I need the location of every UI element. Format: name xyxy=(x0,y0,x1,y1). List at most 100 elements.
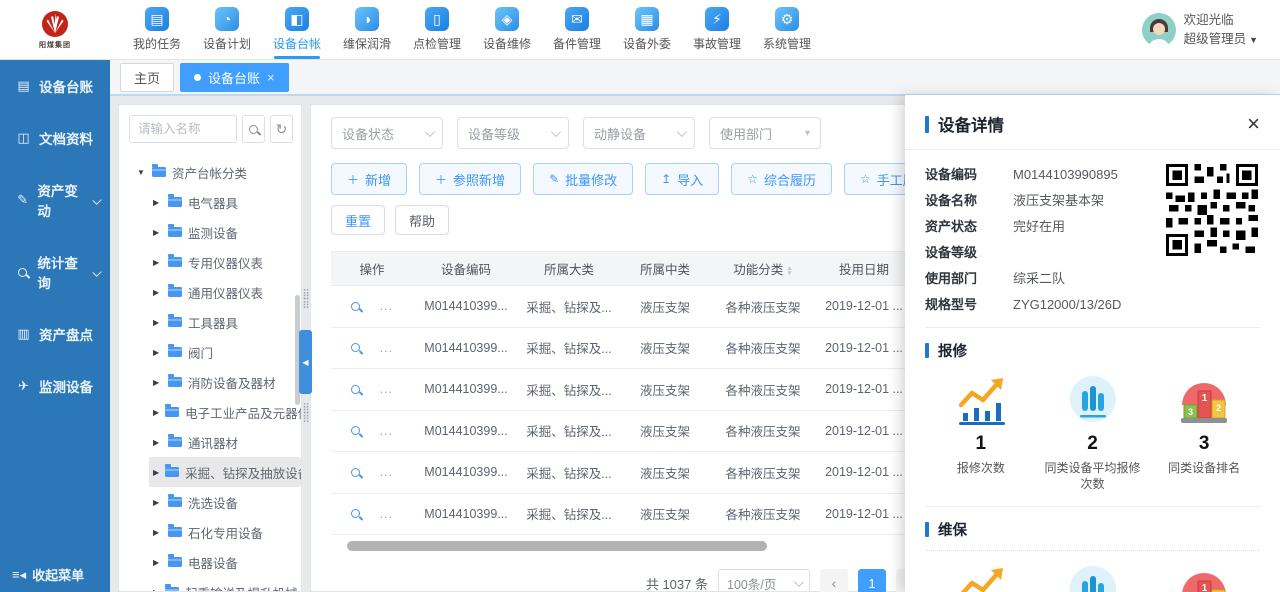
tree-refresh-button[interactable]: ↻ xyxy=(270,115,293,143)
table-row[interactable]: ... M014410399... 采掘、钻探及... 液压支架 各种液压支架 … xyxy=(331,369,951,411)
view-detail-icon[interactable] xyxy=(351,468,360,477)
star-icon: ☆ xyxy=(860,172,871,186)
add-button[interactable]: ＋新增 xyxy=(331,163,407,195)
caret-closed-icon[interactable]: ▶ xyxy=(153,438,162,447)
composite-history-button[interactable]: ☆综合履历 xyxy=(731,163,832,195)
view-detail-icon[interactable] xyxy=(351,302,360,311)
tree-node[interactable]: ▶消防设备及器材 xyxy=(149,367,301,397)
nav-equipment-ledger[interactable]: ◧ 设备台帐 xyxy=(262,0,332,59)
table-row[interactable]: ... M014410399... 采掘、钻探及... 液压支架 各种液压支架 … xyxy=(331,328,951,370)
nav-accident-mgmt[interactable]: ⚡ 事故管理 xyxy=(682,0,752,59)
page-size-select[interactable]: 100条/页 xyxy=(718,569,810,592)
more-actions-button[interactable]: ... xyxy=(380,382,393,396)
import-button[interactable]: ↥导入 xyxy=(645,163,719,195)
tree-node[interactable]: ▶监测设备 xyxy=(149,217,301,247)
caret-closed-icon[interactable]: ▶ xyxy=(153,348,162,357)
current-page-button[interactable]: 1 xyxy=(858,569,886,592)
nav-inspection-mgmt[interactable]: ▯ 点检管理 xyxy=(402,0,472,59)
upload-icon: ↥ xyxy=(661,172,671,186)
tree-node[interactable]: ▶通用仪器仪表 xyxy=(149,277,301,307)
chevron-down-icon xyxy=(92,267,101,276)
batch-edit-button[interactable]: ✎批量修改 xyxy=(533,163,633,195)
more-actions-button[interactable]: ... xyxy=(380,299,393,313)
table-horizontal-scrollbar[interactable] xyxy=(347,541,767,551)
stat-avg-repair: 2 同类设备平均报修次数 xyxy=(1037,375,1149,492)
tree-node-selected[interactable]: ▶采掘、钻探及抽放设备 xyxy=(149,457,301,487)
caret-closed-icon[interactable]: ▶ xyxy=(153,258,162,267)
nav-my-tasks[interactable]: ▤ 我的任务 xyxy=(122,0,192,59)
splitter-collapse-handle[interactable]: ◀ xyxy=(299,330,312,394)
tree-node[interactable]: ▶通讯器材 xyxy=(149,427,301,457)
maintenance-section: 维保 xyxy=(925,506,1260,592)
caret-closed-icon[interactable]: ▶ xyxy=(153,378,162,387)
tree-node[interactable]: ▶阀门 xyxy=(149,337,301,367)
tree-search-input[interactable] xyxy=(129,115,237,143)
sidebar-item-statistics-query[interactable]: 统计查询 xyxy=(0,236,110,308)
sidebar-item-asset-inventory[interactable]: ▥ 资产盘点 xyxy=(0,308,110,360)
system-monitor-icon: ⚙ xyxy=(775,7,799,31)
tree-node[interactable]: ▶电气器具 xyxy=(149,187,301,217)
caret-closed-icon[interactable]: ▶ xyxy=(153,318,162,327)
caret-closed-icon[interactable]: ▶ xyxy=(153,588,159,592)
user-menu[interactable]: 欢迎光临 超级管理员▼ xyxy=(1142,11,1280,49)
nav-outsourcing[interactable]: ▦ 设备外委 xyxy=(612,0,682,59)
more-actions-button[interactable]: ... xyxy=(380,465,393,479)
help-button[interactable]: 帮助 xyxy=(395,205,449,235)
tree-node[interactable]: ▶工具器具 xyxy=(149,307,301,337)
table-row[interactable]: ... M014410399... 采掘、钻探及... 液压支架 各种液压支架 … xyxy=(331,452,951,494)
caret-closed-icon[interactable]: ▶ xyxy=(153,498,162,507)
caret-closed-icon[interactable]: ▶ xyxy=(153,408,159,417)
repair-stats: 1 报修次数 2 同类设备平均报修次数 xyxy=(925,375,1260,492)
more-actions-button[interactable]: ... xyxy=(380,341,393,355)
filter-equipment-grade[interactable]: 设备等级 xyxy=(457,117,569,149)
tree-node[interactable]: ▶起重输送及提升机械 xyxy=(149,577,301,592)
caret-closed-icon[interactable]: ▶ xyxy=(153,528,162,537)
filter-dynamic-static[interactable]: 动静设备 xyxy=(583,117,695,149)
filter-using-department[interactable]: 使用部门▾ xyxy=(709,117,821,149)
view-detail-icon[interactable] xyxy=(351,426,360,435)
tree-node[interactable]: ▶专用仪器仪表 xyxy=(149,247,301,277)
caret-closed-icon[interactable]: ▶ xyxy=(153,198,162,207)
sidebar-item-asset-change[interactable]: ✎ 资产变动 xyxy=(0,164,110,236)
nav-spare-parts[interactable]: ✉ 备件管理 xyxy=(542,0,612,59)
nav-equipment-repair[interactable]: ◈ 设备维修 xyxy=(472,0,542,59)
table-row[interactable]: ... M014410399... 采掘、钻探及... 液压支架 各种液压支架 … xyxy=(331,286,951,328)
more-actions-button[interactable]: ... xyxy=(380,424,393,438)
caret-closed-icon[interactable]: ▶ xyxy=(153,468,159,477)
caret-closed-icon[interactable]: ▶ xyxy=(153,228,162,237)
sort-icons[interactable]: ▲▼ xyxy=(786,266,792,276)
filter-equipment-status[interactable]: 设备状态 xyxy=(331,117,443,149)
view-detail-icon[interactable] xyxy=(351,509,360,518)
caret-closed-icon[interactable]: ▶ xyxy=(153,288,162,297)
view-detail-icon[interactable] xyxy=(351,385,360,394)
sidebar-item-equipment-ledger[interactable]: ▤ 设备台账 xyxy=(0,60,110,112)
ledger-cube-icon: ◧ xyxy=(285,7,309,31)
equipment-table: 操作 设备编码 所属大类 所属中类 功能分类▲▼ 投用日期 ... M01441… xyxy=(331,251,951,535)
caret-closed-icon[interactable]: ▶ xyxy=(153,558,162,567)
close-icon[interactable]: × xyxy=(1247,113,1260,135)
nav-maintenance-lubrication[interactable]: ◑ 维保润滑 xyxy=(332,0,402,59)
tree-node[interactable]: ▶洗选设备 xyxy=(149,487,301,517)
view-detail-icon[interactable] xyxy=(351,343,360,352)
more-actions-button[interactable]: ... xyxy=(380,507,393,521)
tree-root-node[interactable]: ▼ 资产台帐分类 xyxy=(133,157,301,187)
tab-equipment-ledger[interactable]: 设备台账 × xyxy=(180,63,289,92)
tree-search-button[interactable] xyxy=(242,115,265,143)
nav-system-mgmt[interactable]: ⚙ 系统管理 xyxy=(752,0,822,59)
sidebar-item-monitoring-equipment[interactable]: ✈ 监测设备 xyxy=(0,360,110,412)
table-row[interactable]: ... M014410399... 采掘、钻探及... 液压支架 各种液压支架 … xyxy=(331,411,951,453)
reset-button[interactable]: 重置 xyxy=(331,205,385,235)
panel-splitter[interactable]: ⣿⣿ ◀ ⣿⣿ xyxy=(302,104,310,592)
reference-add-button[interactable]: ＋参照新增 xyxy=(419,163,521,195)
table-row[interactable]: ... M014410399... 采掘、钻探及... 液压支架 各种液压支架 … xyxy=(331,494,951,536)
tab-home[interactable]: 主页 xyxy=(120,63,174,92)
collapse-menu-button[interactable]: ≡◂ 收起菜单 xyxy=(0,565,110,584)
tree-node[interactable]: ▶电器设备 xyxy=(149,547,301,577)
tree-node[interactable]: ▶石化专用设备 xyxy=(149,517,301,547)
tree-node[interactable]: ▶电子工业产品及元器件 xyxy=(149,397,301,427)
nav-equipment-plan[interactable]: ◔ 设备计划 xyxy=(192,0,262,59)
prev-page-button[interactable]: ‹ xyxy=(820,569,848,592)
sidebar-item-documents[interactable]: ◫ 文档资料 xyxy=(0,112,110,164)
tab-close-icon[interactable]: × xyxy=(267,70,275,85)
caret-open-icon[interactable]: ▼ xyxy=(137,168,146,177)
